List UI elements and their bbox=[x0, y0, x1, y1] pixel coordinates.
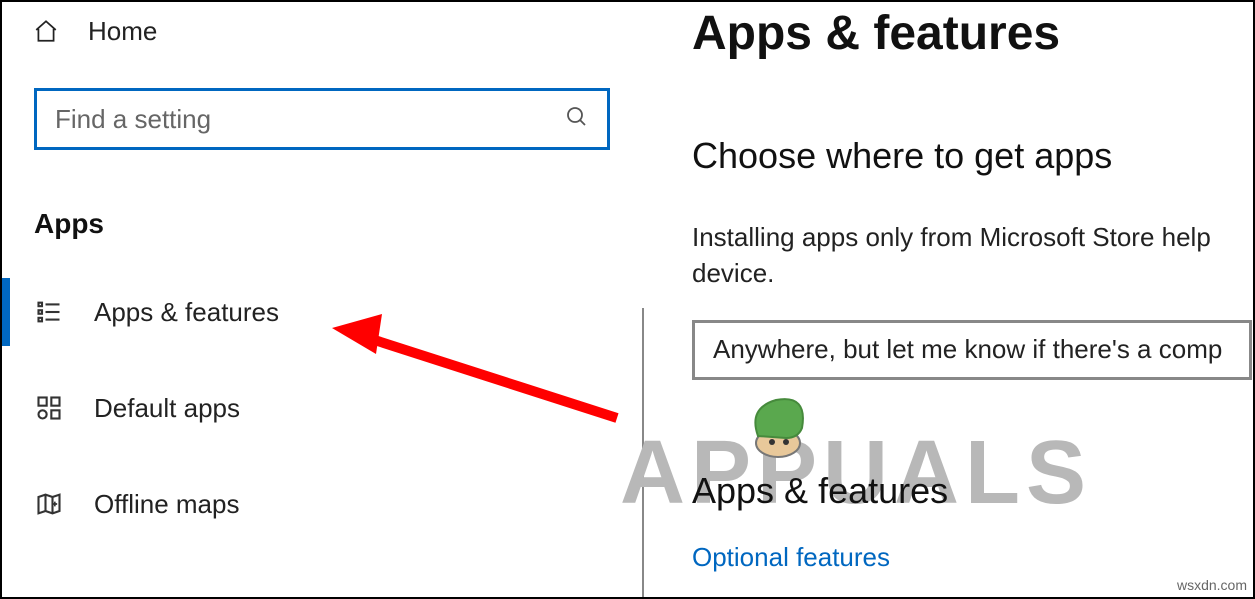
sidebar-item-apps-features[interactable]: Apps & features bbox=[2, 264, 642, 360]
search-icon bbox=[565, 105, 589, 134]
sidebar-item-label: Offline maps bbox=[94, 489, 239, 520]
optional-features-link[interactable]: Optional features bbox=[692, 542, 890, 573]
search-input[interactable] bbox=[55, 104, 553, 135]
app-source-dropdown[interactable]: Anywhere, but let me know if there's a c… bbox=[692, 320, 1252, 380]
dropdown-selected-value: Anywhere, but let me know if there's a c… bbox=[713, 334, 1222, 365]
home-nav-item[interactable]: Home bbox=[2, 4, 642, 58]
map-icon bbox=[34, 489, 64, 519]
settings-sidebar: Home Apps App bbox=[2, 2, 642, 597]
page-title: Apps & features bbox=[692, 6, 1253, 61]
sidebar-item-offline-maps[interactable]: Offline maps bbox=[2, 456, 642, 552]
home-label: Home bbox=[88, 16, 157, 47]
sidebar-category-title: Apps bbox=[34, 208, 642, 240]
section-heading-apps-features: Apps & features bbox=[692, 470, 1253, 512]
search-settings-box[interactable] bbox=[34, 88, 610, 150]
attribution-text: wsxdn.com bbox=[1177, 577, 1247, 593]
main-content: Apps & features Choose where to get apps… bbox=[642, 2, 1253, 597]
sidebar-item-label: Default apps bbox=[94, 393, 240, 424]
grid-icon bbox=[34, 393, 64, 423]
section-description: Installing apps only from Microsoft Stor… bbox=[692, 219, 1253, 292]
sidebar-item-default-apps[interactable]: Default apps bbox=[2, 360, 642, 456]
home-icon bbox=[32, 17, 60, 45]
list-icon bbox=[34, 297, 64, 327]
section-heading-choose-apps: Choose where to get apps bbox=[692, 135, 1253, 177]
sidebar-item-label: Apps & features bbox=[94, 297, 279, 328]
